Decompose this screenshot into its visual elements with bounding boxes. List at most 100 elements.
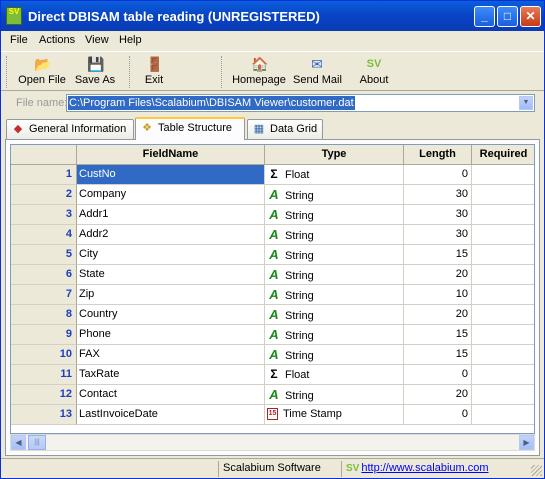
send-mail-button[interactable]: ✉ Send Mail xyxy=(293,54,342,90)
cell-required[interactable] xyxy=(472,385,534,405)
menu-file[interactable]: File xyxy=(10,34,28,46)
row-number[interactable]: 12 xyxy=(11,385,77,405)
scroll-thumb[interactable]: ||| xyxy=(28,435,46,450)
row-number[interactable]: 7 xyxy=(11,285,77,305)
cell-type[interactable]: A String xyxy=(265,205,404,225)
cell-length[interactable]: 20 xyxy=(404,305,472,325)
cell-fieldname[interactable]: Country xyxy=(77,305,265,325)
cell-type[interactable]: A String xyxy=(265,185,404,205)
tab-table-structure[interactable]: ❖ Table Structure xyxy=(135,117,245,140)
cell-fieldname[interactable]: LastInvoiceDate xyxy=(77,405,265,425)
cell-type[interactable]: A String xyxy=(265,305,404,325)
row-number[interactable]: 8 xyxy=(11,305,77,325)
horizontal-scrollbar[interactable]: ◀ ||| ▶ xyxy=(10,434,535,451)
menu-actions[interactable]: Actions xyxy=(39,34,75,46)
row-number[interactable]: 2 xyxy=(11,185,77,205)
cell-fieldname[interactable]: State xyxy=(77,265,265,285)
homepage-button[interactable]: 🏠 Homepage xyxy=(231,54,287,90)
string-type-icon: A xyxy=(269,387,279,402)
cell-fieldname[interactable]: Zip xyxy=(77,285,265,305)
cell-length[interactable]: 20 xyxy=(404,385,472,405)
cell-type[interactable]: A String xyxy=(265,245,404,265)
cell-length[interactable]: 30 xyxy=(404,185,472,205)
chevron-down-icon[interactable]: ▼ xyxy=(519,96,533,110)
cell-required[interactable] xyxy=(472,205,534,225)
cell-length[interactable]: 10 xyxy=(404,285,472,305)
tab-data-grid[interactable]: ▦ Data Grid xyxy=(247,119,323,139)
cell-type[interactable]: Σ Float xyxy=(265,165,404,185)
row-number[interactable]: 13 xyxy=(11,405,77,425)
row-number[interactable]: 11 xyxy=(11,365,77,385)
exit-button[interactable]: 🚪 Exit xyxy=(139,54,169,90)
column-header-type[interactable]: Type xyxy=(265,145,404,165)
cell-required[interactable] xyxy=(472,305,534,325)
save-as-button[interactable]: 💾 Save As xyxy=(71,54,119,90)
cell-required[interactable] xyxy=(472,245,534,265)
open-file-button[interactable]: 📂 Open File xyxy=(17,54,67,90)
cell-length[interactable]: 20 xyxy=(404,265,472,285)
cell-length[interactable]: 30 xyxy=(404,205,472,225)
column-header-fieldname[interactable]: FieldName xyxy=(77,145,265,165)
close-button[interactable]: ✕ xyxy=(520,6,541,27)
cell-fieldname[interactable]: Addr2 xyxy=(77,225,265,245)
cell-required[interactable] xyxy=(472,365,534,385)
cell-required[interactable] xyxy=(472,345,534,365)
row-number[interactable]: 10 xyxy=(11,345,77,365)
resize-grip[interactable] xyxy=(531,465,542,476)
cell-type[interactable]: A String xyxy=(265,265,404,285)
cell-fieldname[interactable]: CustNo xyxy=(77,165,265,185)
column-header-required[interactable]: Required xyxy=(472,145,534,165)
disk-icon: 💾 xyxy=(87,56,105,72)
cell-required[interactable] xyxy=(472,185,534,205)
cell-fieldname[interactable]: Phone xyxy=(77,325,265,345)
cell-type[interactable]: A String xyxy=(265,325,404,345)
cell-length[interactable]: 30 xyxy=(404,225,472,245)
file-name-value[interactable]: C:\Program Files\Scalabium\DBISAM Viewer… xyxy=(68,96,355,110)
minimize-button[interactable]: _ xyxy=(474,6,495,27)
scroll-right-icon[interactable]: ▶ xyxy=(519,435,534,450)
row-number[interactable]: 4 xyxy=(11,225,77,245)
cell-fieldname[interactable]: Contact xyxy=(77,385,265,405)
row-number[interactable]: 5 xyxy=(11,245,77,265)
cell-required[interactable] xyxy=(472,325,534,345)
title-bar[interactable]: SV Direct DBISAM table reading (UNREGIST… xyxy=(1,1,544,31)
cell-length[interactable]: 0 xyxy=(404,405,472,425)
file-name-combobox[interactable]: C:\Program Files\Scalabium\DBISAM Viewer… xyxy=(66,94,535,112)
menu-help[interactable]: Help xyxy=(119,34,142,46)
cell-fieldname[interactable]: Addr1 xyxy=(77,205,265,225)
cell-fieldname[interactable]: Company xyxy=(77,185,265,205)
cell-required[interactable] xyxy=(472,285,534,305)
cell-fieldname[interactable]: TaxRate xyxy=(77,365,265,385)
about-button[interactable]: SV About xyxy=(357,54,391,90)
menu-view[interactable]: View xyxy=(85,34,109,46)
cell-required[interactable] xyxy=(472,225,534,245)
cell-length[interactable]: 0 xyxy=(404,165,472,185)
cell-type[interactable]: A String xyxy=(265,345,404,365)
maximize-button[interactable]: □ xyxy=(497,6,518,27)
cell-length[interactable]: 15 xyxy=(404,325,472,345)
row-number[interactable]: 9 xyxy=(11,325,77,345)
cell-type[interactable]: Σ Float xyxy=(265,365,404,385)
cell-type[interactable]: A String xyxy=(265,385,404,405)
cell-length[interactable]: 0 xyxy=(404,365,472,385)
website-link[interactable]: http://www.scalabium.com xyxy=(361,462,488,474)
cell-type[interactable]: A String xyxy=(265,225,404,245)
cell-type[interactable]: 15 Time Stamp xyxy=(265,405,404,425)
row-number[interactable]: 1 xyxy=(11,165,77,185)
cell-required[interactable] xyxy=(472,265,534,285)
cell-fieldname[interactable]: FAX xyxy=(77,345,265,365)
toolbar-grip[interactable] xyxy=(6,56,9,88)
cell-required[interactable] xyxy=(472,405,534,425)
scroll-left-icon[interactable]: ◀ xyxy=(11,435,26,450)
cell-required[interactable] xyxy=(472,165,534,185)
cell-fieldname[interactable]: City xyxy=(77,245,265,265)
cell-length[interactable]: 15 xyxy=(404,245,472,265)
row-number[interactable]: 6 xyxy=(11,265,77,285)
tab-general-information[interactable]: ◆ General Information xyxy=(6,119,134,139)
structure-grid[interactable]: FieldName Type Length Required 1 CustNo Σ F… xyxy=(10,144,535,434)
cell-length[interactable]: 15 xyxy=(404,345,472,365)
cell-type[interactable]: A String xyxy=(265,285,404,305)
column-header-length[interactable]: Length xyxy=(404,145,472,165)
row-number[interactable]: 3 xyxy=(11,205,77,225)
sigma-icon: Σ xyxy=(270,167,278,181)
